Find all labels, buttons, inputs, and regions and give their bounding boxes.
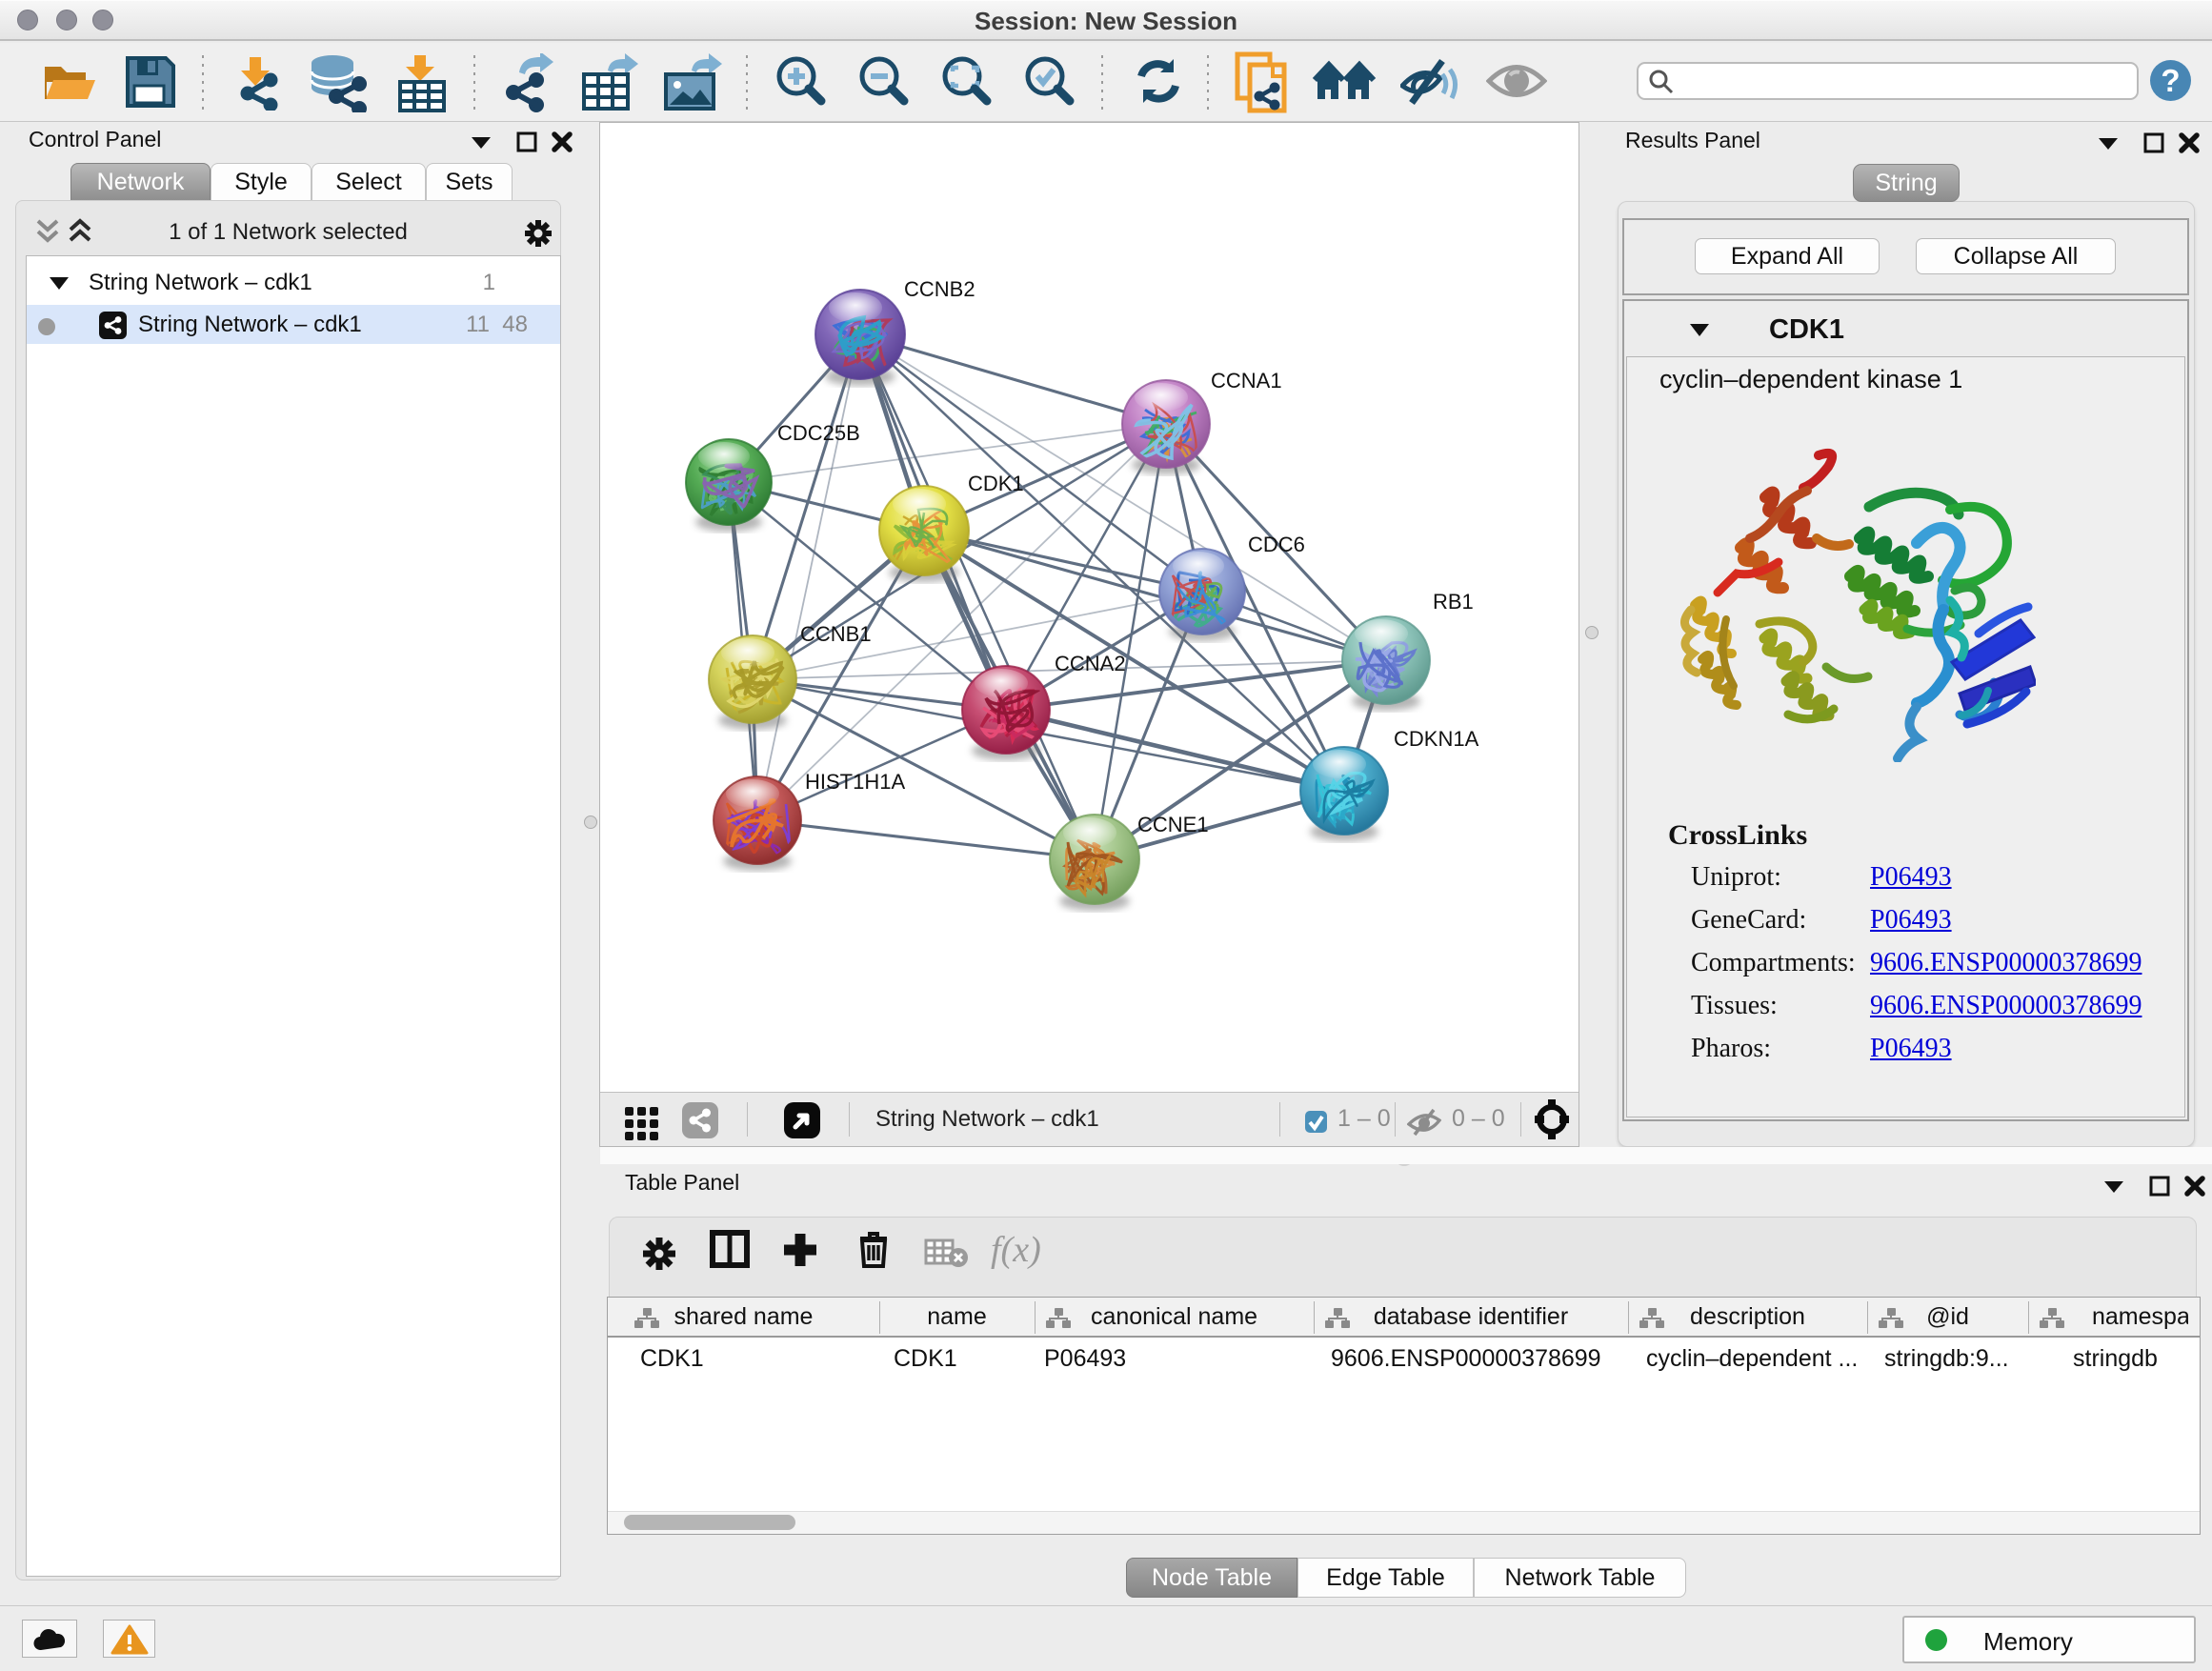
svg-text:CCNA1: CCNA1 xyxy=(1211,369,1282,393)
svg-text:CDC6: CDC6 xyxy=(1248,533,1305,556)
svg-text:HIST1H1A: HIST1H1A xyxy=(805,770,905,794)
svg-text:CDKN1A: CDKN1A xyxy=(1394,727,1479,751)
svg-text:CCNB1: CCNB1 xyxy=(800,622,872,646)
svg-text:CCNE1: CCNE1 xyxy=(1137,813,1209,836)
svg-text:CDC25B: CDC25B xyxy=(777,421,860,445)
svg-text:CCNB2: CCNB2 xyxy=(904,277,975,301)
svg-text:RB1: RB1 xyxy=(1433,590,1474,614)
svg-text:CDK1: CDK1 xyxy=(968,472,1024,495)
svg-text:CCNA2: CCNA2 xyxy=(1055,652,1126,675)
